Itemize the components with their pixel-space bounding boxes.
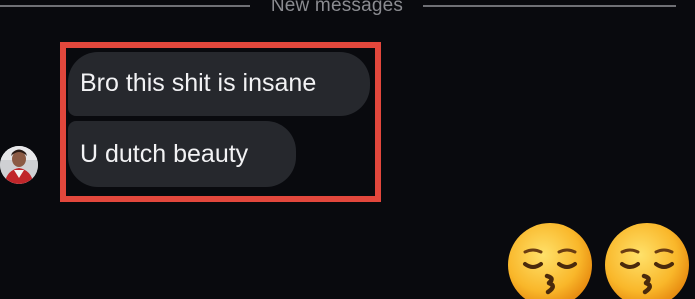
- message-text: U dutch beauty: [80, 140, 249, 168]
- message-bubble[interactable]: U dutch beauty: [68, 121, 296, 187]
- message-bubble[interactable]: Bro this shit is insane: [68, 52, 370, 116]
- kissing-face-emoji-icon: [604, 222, 690, 299]
- message-text: Bro this shit is insane: [80, 69, 317, 97]
- divider-line-left: [0, 5, 250, 7]
- new-messages-label: New messages: [270, 0, 404, 16]
- chat-screen: New messages Bro this shit is insane U d…: [0, 0, 695, 299]
- divider-line-right: [423, 5, 676, 7]
- new-messages-divider: New messages: [0, 0, 695, 18]
- kissing-face-emoji-icon: [507, 222, 593, 299]
- sender-avatar[interactable]: [0, 140, 40, 188]
